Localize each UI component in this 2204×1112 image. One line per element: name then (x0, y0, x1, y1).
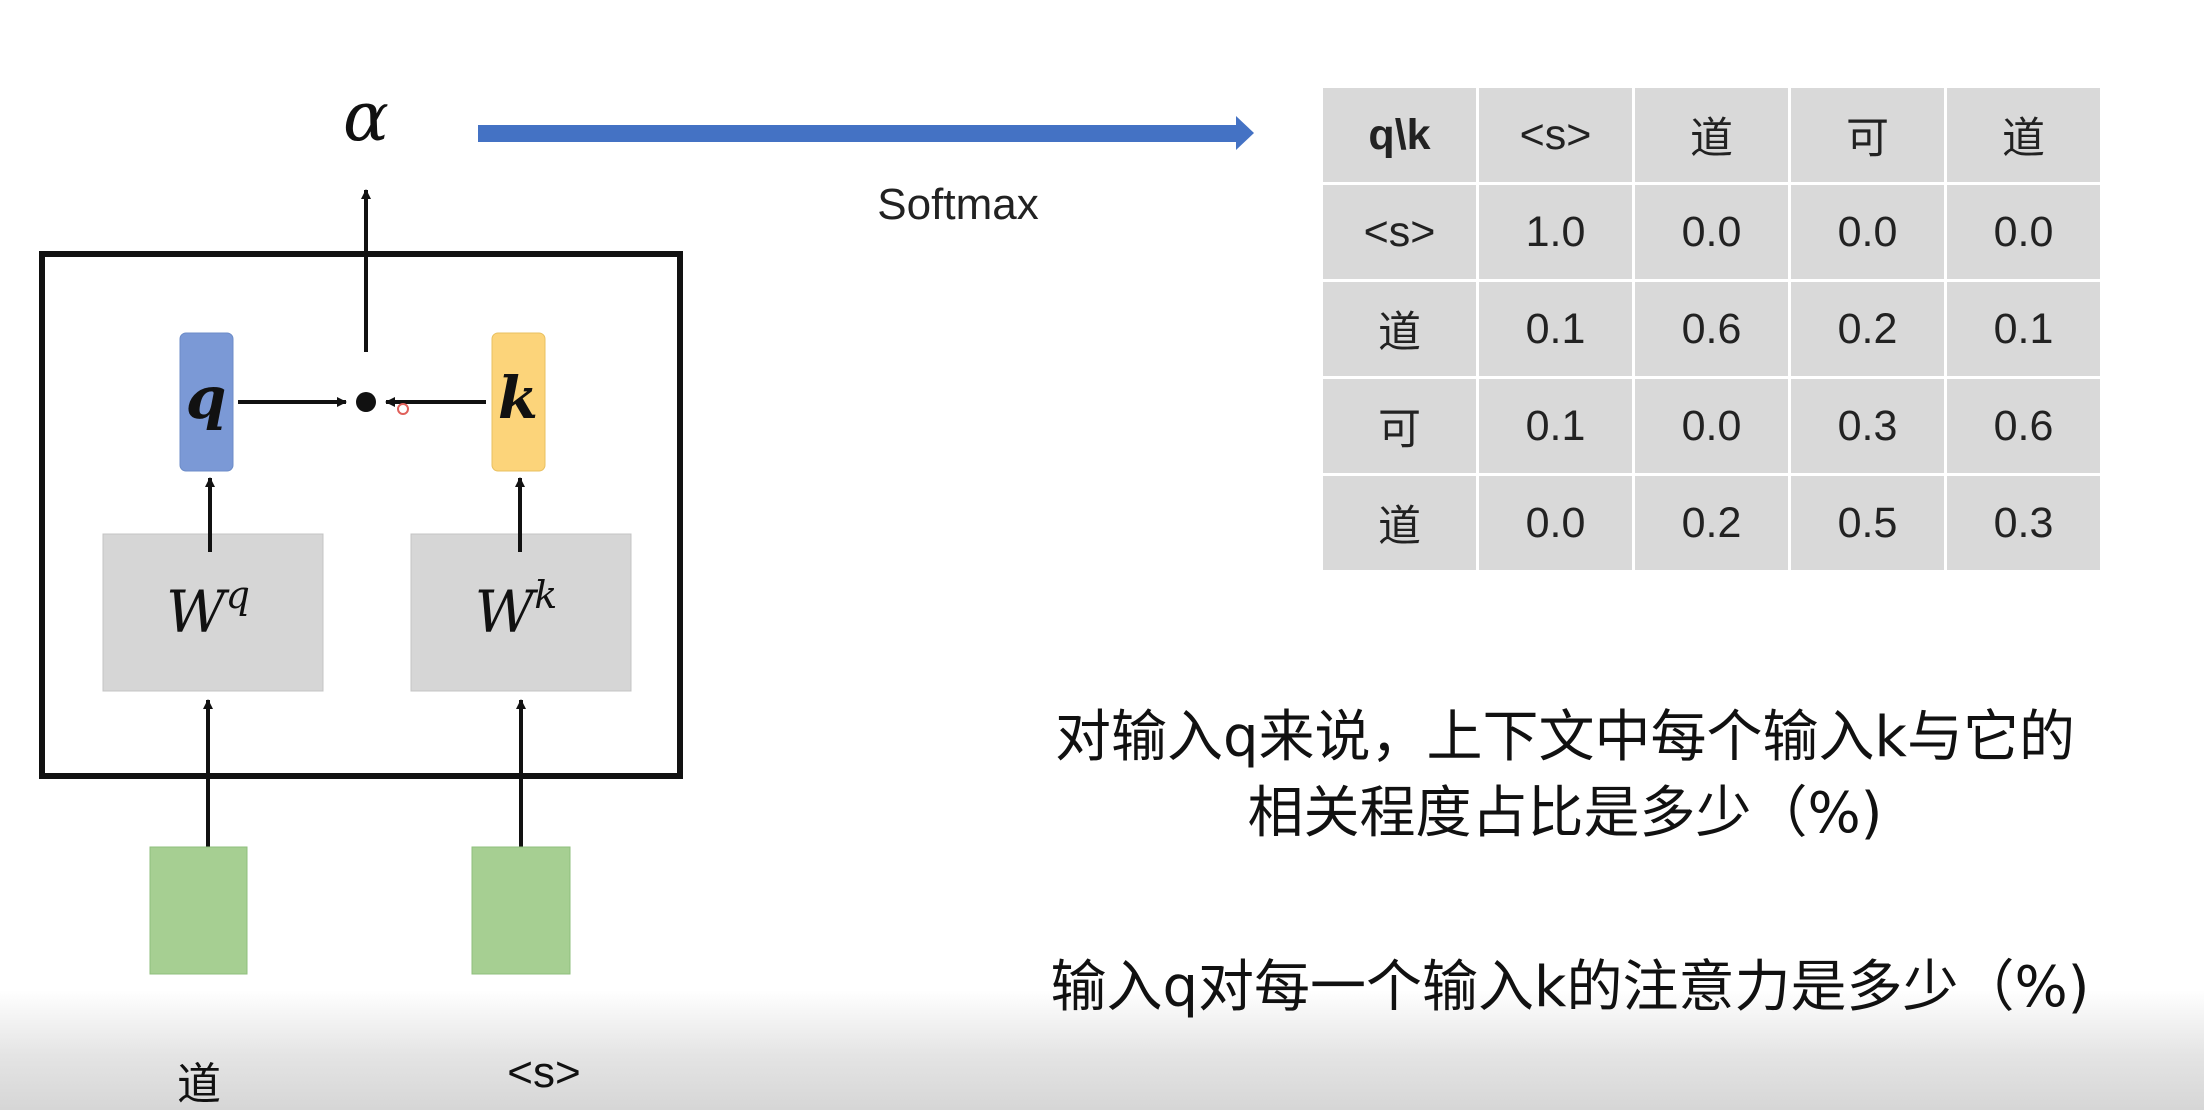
wk-matrix: Wk (410, 533, 632, 692)
table-cell: 0.1 (1479, 282, 1632, 376)
table-cell: 0.0 (1947, 185, 2100, 279)
q-vector: q (179, 332, 234, 472)
softmax-arrow (478, 116, 1254, 150)
table-cell: 0.3 (1947, 476, 2100, 570)
wq-base: W (166, 578, 230, 646)
table-row: 道 0.0 0.2 0.5 0.3 (1323, 476, 2100, 570)
attention-table: q\k <s> 道 可 道 <s> 1.0 0.0 0.0 0.0 道 0.1 … (1320, 85, 2103, 573)
caption-question: 对输入q来说，上下文中每个输入k与它的 相关程度占比是多少（%) (990, 700, 2140, 852)
table-cell: 0.6 (1635, 282, 1788, 376)
table-cell: 0.6 (1947, 379, 2100, 473)
wk-sup: k (534, 573, 557, 617)
table-cell: 0.0 (1635, 185, 1788, 279)
col-header: 道 (1635, 88, 1788, 182)
table-cell: 0.1 (1479, 379, 1632, 473)
table-row: <s> 1.0 0.0 0.0 0.0 (1323, 185, 2100, 279)
row-header: 可 (1323, 379, 1476, 473)
k-label: k (498, 364, 538, 432)
row-header: <s> (1323, 185, 1476, 279)
wk-base: W (475, 578, 539, 646)
col-header: 可 (1791, 88, 1944, 182)
table-row: 可 0.1 0.0 0.3 0.6 (1323, 379, 2100, 473)
k-vector: k (491, 332, 546, 472)
caption-line-3: 输入q对每一个输入k的注意力是多少（%) (1050, 955, 2090, 1020)
table-corner: q\k (1323, 88, 1476, 182)
table-cell: 0.0 (1791, 185, 1944, 279)
table-cell: 0.2 (1791, 282, 1944, 376)
input-right-label: <s> (507, 1048, 581, 1097)
table-cell: 0.1 (1947, 282, 2100, 376)
dot-product-icon (356, 392, 376, 412)
caption-line-1: 对输入q来说，上下文中每个输入k与它的 (1055, 705, 2075, 770)
col-header: <s> (1479, 88, 1632, 182)
input-token-left (149, 846, 248, 975)
wq-sup: q (226, 573, 250, 617)
row-header: 道 (1323, 476, 1476, 570)
table-cell: 0.0 (1479, 476, 1632, 570)
col-header: 道 (1947, 88, 2100, 182)
table-cell: 1.0 (1479, 185, 1632, 279)
table-cell: 0.2 (1635, 476, 1788, 570)
table-cell: 0.5 (1791, 476, 1944, 570)
row-header: 道 (1323, 282, 1476, 376)
table-cell: 0.0 (1635, 379, 1788, 473)
table-row: 道 0.1 0.6 0.2 0.1 (1323, 282, 2100, 376)
caption-line-2: 相关程度占比是多少（%) (1247, 781, 1883, 846)
cursor-marker (397, 403, 409, 415)
input-token-right (471, 846, 571, 975)
table-cell: 0.3 (1791, 379, 1944, 473)
attention-block-frame (39, 251, 683, 779)
softmax-label: Softmax (877, 180, 1039, 229)
q-label: q (186, 364, 227, 432)
wq-matrix: Wq (102, 533, 324, 692)
alpha-label: α (343, 78, 389, 157)
input-left-label: 道 (177, 1060, 221, 1109)
table-header-row: q\k <s> 道 可 道 (1323, 88, 2100, 182)
